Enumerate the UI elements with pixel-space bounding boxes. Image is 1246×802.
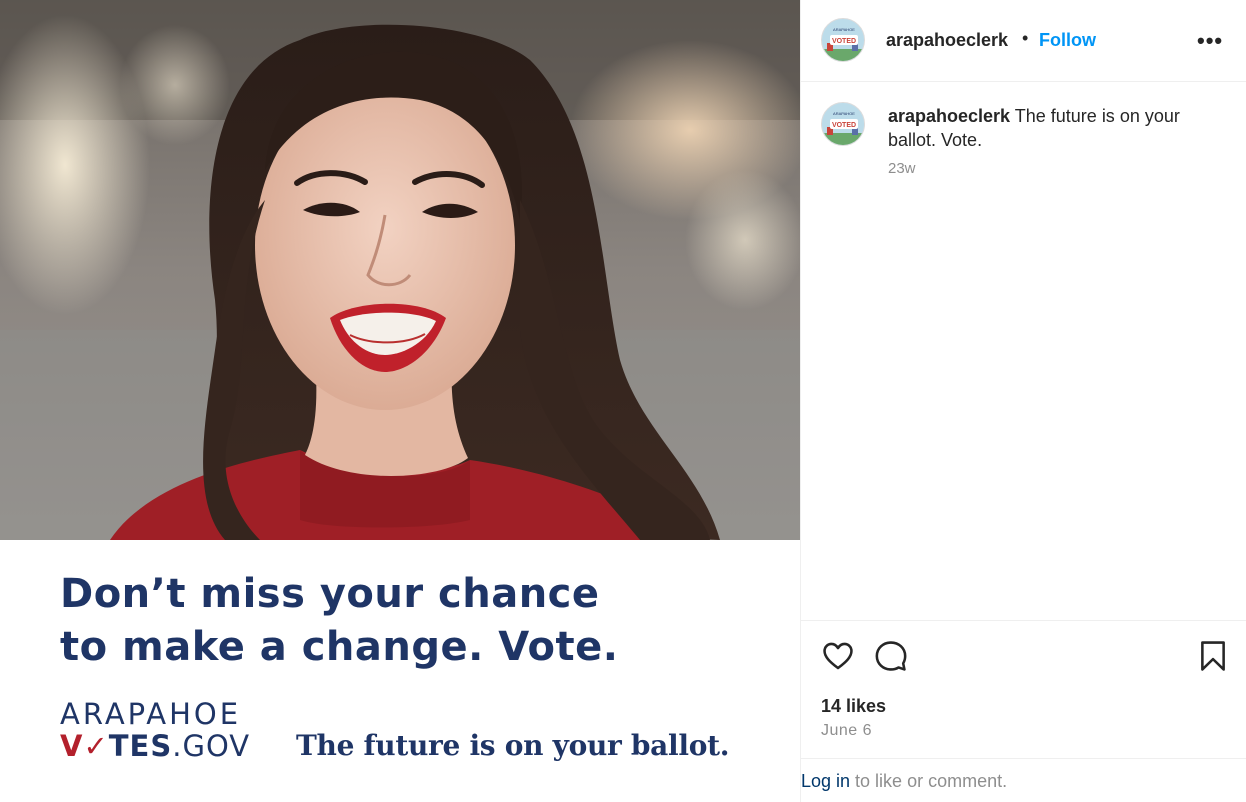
caption-avatar[interactable]: VOTED ARAPAHOE xyxy=(821,102,865,146)
login-rest: to like or comment. xyxy=(850,771,1008,791)
logo-tes: TES xyxy=(108,729,173,763)
post-media: Don’t miss your chance to make a change.… xyxy=(0,0,800,802)
post-photo xyxy=(0,0,800,540)
logo-v: V xyxy=(60,729,84,763)
more-icon[interactable]: ••• xyxy=(1197,28,1223,54)
caption-username[interactable]: arapahoeclerk xyxy=(888,106,1010,126)
check-icon: ✓ xyxy=(83,729,109,763)
login-prompt: Log in to like or comment. xyxy=(801,758,1246,802)
save-button[interactable] xyxy=(1196,639,1230,673)
header-username[interactable]: arapahoeclerk xyxy=(886,30,1008,51)
post-header: VOTED ARAPAHOE arapahoeclerk • Follow ••… xyxy=(801,0,1246,82)
svg-text:VOTED: VOTED xyxy=(832,38,856,45)
post-caption: arapahoeclerk The future is on your ball… xyxy=(888,104,1228,152)
svg-text:ARAPAHOE: ARAPAHOE xyxy=(833,111,855,116)
comment-button[interactable] xyxy=(874,639,908,673)
login-text: Log in to like or comment. xyxy=(801,771,1007,792)
svg-text:VOTED: VOTED xyxy=(832,122,856,129)
login-link[interactable]: Log in xyxy=(801,771,850,791)
post-actions: 14 likes June 6 xyxy=(801,620,1246,758)
like-button[interactable] xyxy=(821,639,855,673)
header-separator: • xyxy=(1022,28,1029,48)
post-date[interactable]: June 6 xyxy=(821,722,872,740)
portrait-image xyxy=(0,0,800,540)
caption-timestamp[interactable]: 23w xyxy=(888,160,916,177)
svg-text:ARAPAHOE: ARAPAHOE xyxy=(833,27,855,32)
ad-tagline: The future is on your ballot. xyxy=(296,729,730,762)
bookmark-icon xyxy=(1201,641,1225,671)
avatar[interactable]: VOTED ARAPAHOE xyxy=(821,18,865,62)
ad-headline: Don’t miss your chance to make a change.… xyxy=(60,568,760,674)
logo-arapahoe: ARAPAHOE xyxy=(60,697,242,731)
i-voted-sticker-icon: VOTED ARAPAHOE xyxy=(822,103,864,145)
comment-icon xyxy=(875,641,907,671)
logo-gov: .GOV xyxy=(172,729,251,763)
arapahoe-votes-logo: ARAPAHOE V✓TES.GOV xyxy=(60,698,250,762)
ad-panel: Don’t miss your chance to make a change.… xyxy=(0,540,800,802)
heart-icon xyxy=(823,642,853,670)
post-sidebar: VOTED ARAPAHOE arapahoeclerk • Follow ••… xyxy=(800,0,1246,802)
follow-button[interactable]: Follow xyxy=(1039,30,1096,51)
likes-count[interactable]: 14 likes xyxy=(821,696,886,717)
headline-line-2: to make a change. Vote. xyxy=(60,624,619,670)
headline-line-1: Don’t miss your chance xyxy=(60,571,600,617)
i-voted-sticker-icon: VOTED ARAPAHOE xyxy=(822,19,864,61)
logo-votes-gov: V✓TES.GOV xyxy=(60,730,250,762)
